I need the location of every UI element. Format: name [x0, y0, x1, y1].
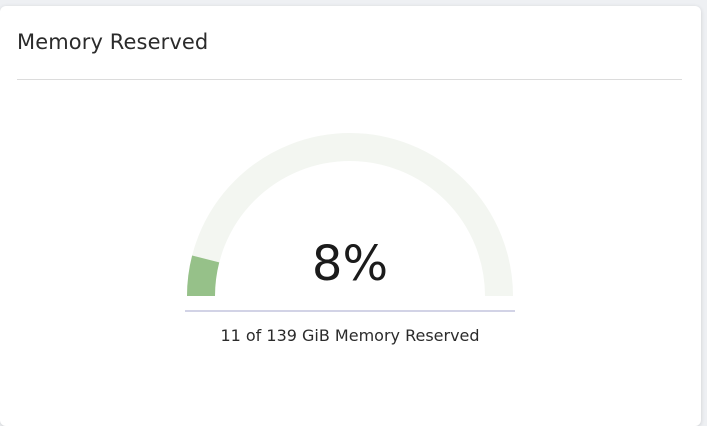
- card-divider: [17, 79, 682, 80]
- gauge-baseline: [185, 310, 515, 312]
- gauge-caption: 11 of 139 GiB Memory Reserved: [220, 326, 480, 345]
- gauge-percentage: 8%: [311, 236, 389, 292]
- card-title: Memory Reserved: [17, 30, 209, 54]
